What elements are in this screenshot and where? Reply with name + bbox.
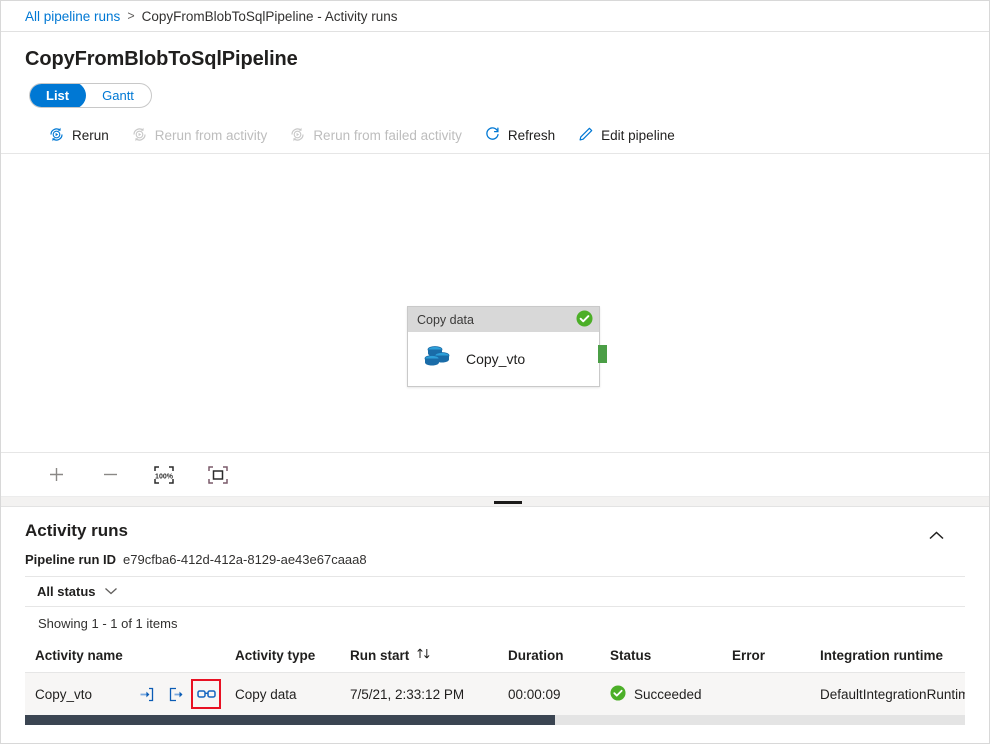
breadcrumb-separator: > bbox=[127, 9, 134, 23]
table-row[interactable]: Copy_vto bbox=[25, 673, 965, 716]
refresh-label: Refresh bbox=[508, 129, 555, 143]
rerun-icon bbox=[48, 126, 72, 146]
breadcrumb: All pipeline runs > CopyFromBlobToSqlPip… bbox=[1, 1, 989, 32]
activity-runs-title: Activity runs bbox=[25, 521, 989, 541]
activity-node-header: Copy data bbox=[408, 307, 599, 332]
sort-arrows-icon bbox=[409, 647, 431, 663]
rerun-from-activity-button: Rerun from activity bbox=[120, 119, 279, 153]
pipeline-run-id-value: e79cfba6-412d-412a-8129-ae43e67caaa8 bbox=[123, 552, 367, 567]
zoom-in-button[interactable] bbox=[39, 460, 73, 490]
chevron-down-icon bbox=[96, 584, 118, 599]
activity-runs-header: Activity runs Pipeline run ID e79cfba6-4… bbox=[1, 507, 989, 567]
activity-node-type-label: Copy data bbox=[417, 313, 474, 327]
column-header-activity-name[interactable]: Activity name bbox=[25, 638, 225, 673]
rerun-from-failed-activity-label: Rerun from failed activity bbox=[313, 129, 462, 143]
pipeline-run-id: Pipeline run ID e79cfba6-412d-412a-8129-… bbox=[25, 552, 989, 567]
column-header-activity-type[interactable]: Activity type bbox=[225, 638, 340, 673]
activity-runs-panel: Activity runs Pipeline run ID e79cfba6-4… bbox=[1, 507, 989, 725]
column-header-duration[interactable]: Duration bbox=[498, 638, 600, 673]
status-filter-bar: All status bbox=[25, 576, 965, 607]
status-succeeded-icon bbox=[610, 685, 626, 704]
all-status-filter-label: All status bbox=[37, 584, 96, 599]
zoom-reset-100-percent-button[interactable]: 100% bbox=[147, 460, 181, 490]
canvas-zoom-toolbar: 100% bbox=[1, 452, 989, 496]
output-icon[interactable] bbox=[166, 683, 188, 705]
pencil-icon bbox=[577, 126, 601, 146]
rerun-from-activity-icon bbox=[131, 126, 155, 146]
input-icon[interactable] bbox=[136, 683, 158, 705]
view-toggle: List Gantt bbox=[1, 71, 989, 108]
column-header-status[interactable]: Status bbox=[600, 638, 722, 673]
cell-error bbox=[722, 673, 810, 716]
activity-runs-page: All pipeline runs > CopyFromBlobToSqlPip… bbox=[0, 0, 990, 744]
cell-duration: 00:00:09 bbox=[498, 673, 600, 716]
rerun-from-failed-activity-icon bbox=[289, 126, 313, 146]
cell-integration-runtime: DefaultIntegrationRuntime (East US) bbox=[810, 673, 965, 716]
cell-activity-type: Copy data bbox=[225, 673, 340, 716]
activity-runs-table-scroller: Activity name Activity type Run start bbox=[25, 638, 965, 715]
horizontal-scrollbar-thumb[interactable] bbox=[25, 715, 555, 725]
edit-pipeline-button[interactable]: Edit pipeline bbox=[566, 119, 686, 153]
zoom-out-button[interactable] bbox=[93, 460, 127, 490]
rerun-from-failed-activity-button: Rerun from failed activity bbox=[278, 119, 473, 153]
table-header-row: Activity name Activity type Run start bbox=[25, 638, 965, 673]
splitter-grip[interactable] bbox=[494, 501, 522, 504]
all-status-filter[interactable]: All status bbox=[37, 584, 118, 599]
copy-data-icon bbox=[422, 343, 454, 376]
cell-status: Succeeded bbox=[600, 673, 722, 716]
cell-activity-name: Copy_vto bbox=[25, 673, 225, 716]
activity-name-value: Copy_vto bbox=[35, 687, 136, 702]
status-label: Succeeded bbox=[634, 687, 702, 702]
refresh-button[interactable]: Refresh bbox=[473, 119, 566, 153]
rerun-label: Rerun bbox=[72, 129, 109, 143]
column-header-run-start[interactable]: Run start bbox=[340, 638, 498, 673]
column-header-run-start-label: Run start bbox=[350, 648, 409, 663]
fit-to-screen-button[interactable] bbox=[201, 460, 235, 490]
horizontal-scrollbar[interactable] bbox=[25, 715, 965, 725]
rerun-from-activity-label: Rerun from activity bbox=[155, 129, 268, 143]
edit-pipeline-label: Edit pipeline bbox=[601, 129, 675, 143]
cell-run-start: 7/5/21, 2:33:12 PM bbox=[340, 673, 498, 716]
details-glasses-icon[interactable] bbox=[195, 683, 217, 705]
breadcrumb-current: CopyFromBlobToSqlPipeline - Activity run… bbox=[142, 9, 398, 24]
showing-count: Showing 1 - 1 of 1 items bbox=[1, 607, 989, 638]
success-check-icon bbox=[576, 310, 593, 330]
activity-node-output-port[interactable] bbox=[598, 345, 607, 363]
activity-node-body: Copy_vto bbox=[408, 332, 599, 386]
panel-splitter[interactable] bbox=[1, 496, 989, 507]
tab-gantt[interactable]: Gantt bbox=[85, 83, 151, 108]
rerun-button[interactable]: Rerun bbox=[37, 119, 120, 153]
page-title: CopyFromBlobToSqlPipeline bbox=[1, 32, 989, 71]
pipeline-canvas[interactable]: Copy data bbox=[1, 154, 989, 452]
activity-node-copy-data[interactable]: Copy data bbox=[407, 306, 600, 387]
activity-node-name: Copy_vto bbox=[466, 351, 525, 367]
collapse-panel-button[interactable] bbox=[923, 525, 949, 551]
column-header-error[interactable]: Error bbox=[722, 638, 810, 673]
breadcrumb-all-pipeline-runs-link[interactable]: All pipeline runs bbox=[25, 9, 120, 24]
chevron-up-icon bbox=[928, 529, 945, 547]
column-header-integration-runtime[interactable]: Integration runtime bbox=[810, 638, 965, 673]
svg-text:100%: 100% bbox=[155, 473, 174, 480]
tab-list[interactable]: List bbox=[29, 83, 86, 108]
activity-runs-table: Activity name Activity type Run start bbox=[25, 638, 965, 715]
refresh-icon bbox=[484, 126, 508, 146]
command-bar: Rerun Rerun from activity bbox=[1, 118, 989, 154]
pipeline-run-id-label: Pipeline run ID bbox=[25, 552, 116, 567]
